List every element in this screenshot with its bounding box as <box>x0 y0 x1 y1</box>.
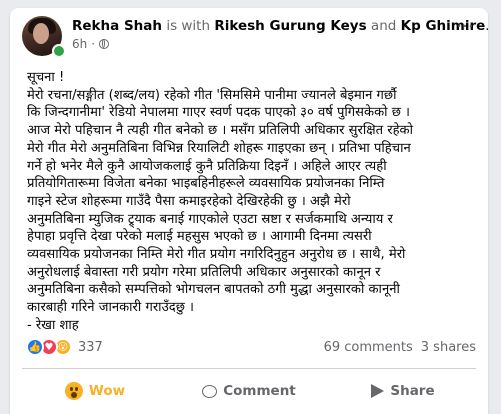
period: . <box>485 18 488 34</box>
post-stats: 69 comments 3 shares <box>324 340 476 355</box>
post-body-line: कारबाही गरिने जानकारी गराउँदछु । <box>27 300 195 316</box>
post-body-line: कि जिन्दगानीमा' रेडियो नेपालमा गाएर स्वर… <box>27 105 410 121</box>
post-time[interactable]: 6h <box>72 37 87 51</box>
meta-separator: · <box>91 37 96 51</box>
author-name[interactable]: Rekha Shah <box>72 18 162 34</box>
actions-divider <box>22 368 476 369</box>
post-body-line: हेपाहा प्रवृत्ति देखा परेको मलाई महसुस भ… <box>27 229 372 245</box>
comment-label: Comment <box>223 383 296 399</box>
post-header: Rekha Shah is with Rikesh Gurung Keys an… <box>10 8 488 58</box>
comment-button[interactable]: Comment <box>172 372 326 410</box>
share-label: Share <box>390 383 435 399</box>
post-body-line: मेरो रचना/सङ्गीत (शब्द/लय) रहेको गीत 'सि… <box>27 87 397 103</box>
post-body-line: अनुमतिबिना कसैको सम्पत्तिको भोगचलन बापतक… <box>27 282 400 298</box>
post-body-line: प्रतियोगितारूमा विजेता बनेका भाइबहिनीहरू… <box>27 176 385 192</box>
post-actions: Wow Comment Share <box>18 372 480 410</box>
like-reaction-icon: 👍 <box>26 338 44 356</box>
shares-count[interactable]: 3 shares <box>421 340 476 355</box>
wow-button[interactable]: Wow <box>18 372 172 410</box>
share-icon <box>371 384 385 398</box>
avatar-face <box>33 23 49 44</box>
post-author-line: Rekha Shah is with Rikesh Gurung Keys an… <box>72 18 488 35</box>
reaction-count[interactable]: 337 <box>78 340 103 355</box>
with-text: is with <box>166 18 211 34</box>
more-dots-icon[interactable]: ··· <box>452 18 478 40</box>
globe-icon[interactable] <box>99 39 110 49</box>
post-card: Rekha Shah is with Rikesh Gurung Keys an… <box>10 8 488 414</box>
post-body-line: सूचना ! <box>27 70 65 85</box>
post-meta: 6h · <box>72 37 110 51</box>
post-body-line: अनुमतिबिना म्युजिक ट्र्याक बनाई गाएकोले … <box>27 211 393 227</box>
share-button[interactable]: Share <box>326 372 480 410</box>
post-body-line: गाइने स्टेज शोहरूमा गाउँदै पैसा कमाइरहेक… <box>27 193 351 209</box>
comments-count[interactable]: 69 comments <box>324 340 413 355</box>
post-body-line: - रेखा शाह <box>27 317 79 333</box>
post-body-line: व्यवसायिक प्रयोजनका निम्ति मेरो गीत प्रय… <box>27 247 406 263</box>
comment-icon <box>202 384 218 398</box>
post-body-line: आज मेरो पहिचान नै त्यही गीत बनेको छ । मस… <box>27 123 414 139</box>
wow-label: Wow <box>88 383 126 399</box>
reactions-summary[interactable]: 👍 ♥ 😮 337 <box>26 338 103 356</box>
online-status-icon <box>52 44 66 58</box>
post-body-line: मेरो गीत मेरो अनुमतिबिना विभिन्न रियालिट… <box>27 140 411 156</box>
post-body-line: गर्ने हो भनेर मैले कुनै आयोजकलाई कुनै प्… <box>27 158 387 174</box>
and-text: and <box>370 18 397 34</box>
wow-emoji-icon <box>64 382 83 400</box>
post-body-line: अनुरोधलाई बेवास्ता गरी प्रयोग गरेमा प्रत… <box>27 264 381 280</box>
tagged-person-1[interactable]: Rikesh Gurung Keys <box>214 18 366 34</box>
post-body: सूचना ! मेरो रचना/सङ्गीत (शब्द/लय) रहेको … <box>27 69 482 335</box>
